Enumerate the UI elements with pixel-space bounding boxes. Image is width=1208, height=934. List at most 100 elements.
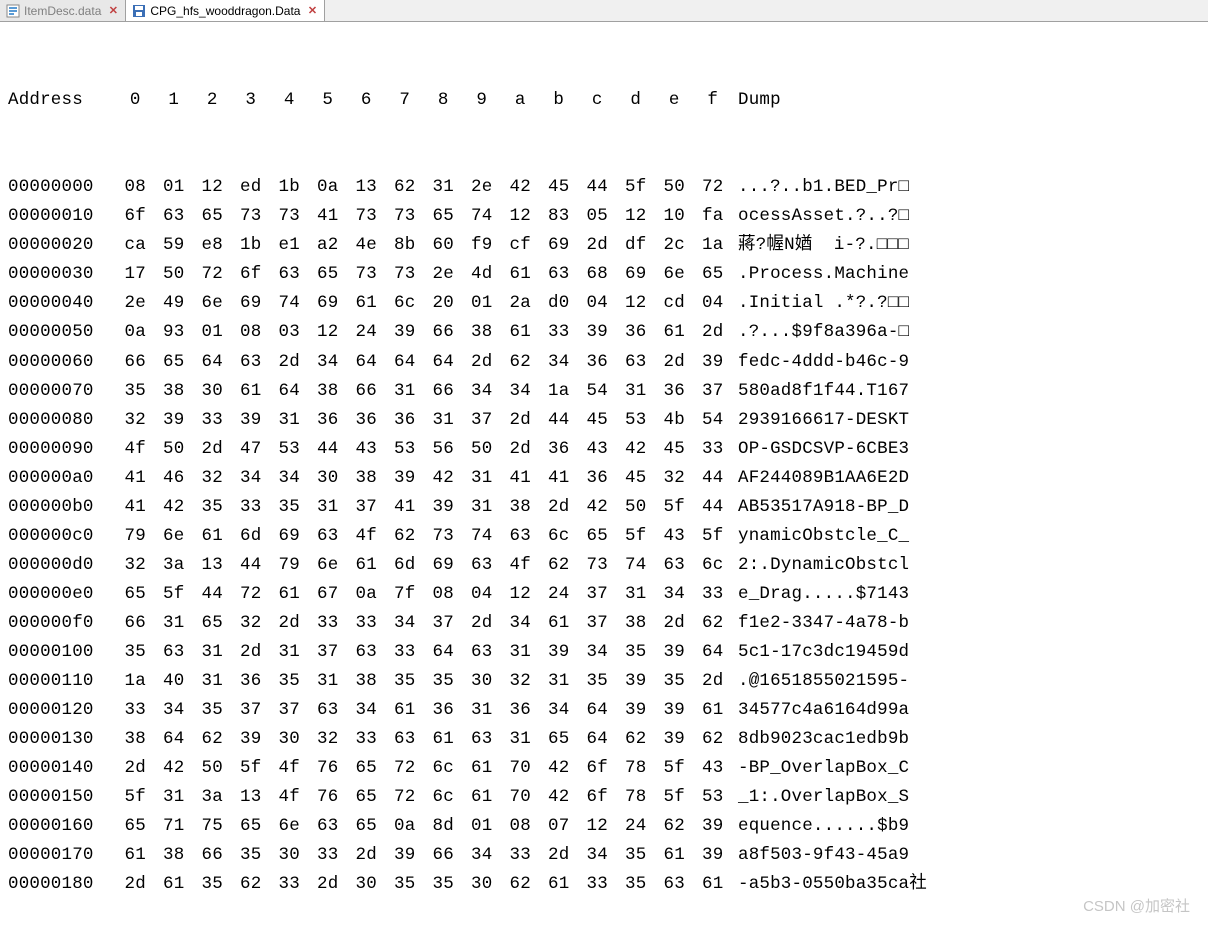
hex-byte[interactable]: 66 xyxy=(116,348,155,377)
hex-byte[interactable]: 63 xyxy=(617,348,656,377)
hex-byte[interactable]: 37 xyxy=(578,580,617,609)
hex-byte[interactable]: 31 xyxy=(386,377,425,406)
hex-byte[interactable]: 13 xyxy=(232,783,271,812)
hex-row[interactable]: 000001802d613562332d30353530626133356361… xyxy=(8,870,1200,899)
close-icon[interactable]: ✕ xyxy=(306,5,318,17)
hex-byte[interactable]: 33 xyxy=(232,493,271,522)
hex-byte[interactable]: 71 xyxy=(155,812,194,841)
hex-byte[interactable]: 35 xyxy=(386,870,425,899)
hex-byte[interactable]: 79 xyxy=(116,522,155,551)
hex-byte[interactable]: 62 xyxy=(232,870,271,899)
hex-byte[interactable]: 53 xyxy=(386,435,425,464)
hex-byte[interactable]: 64 xyxy=(347,348,386,377)
hex-byte[interactable]: 42 xyxy=(424,464,463,493)
hex-byte[interactable]: 1a xyxy=(540,377,579,406)
hex-byte[interactable]: 39 xyxy=(655,638,694,667)
hex-byte[interactable]: 39 xyxy=(386,841,425,870)
hex-byte[interactable]: 61 xyxy=(193,522,232,551)
hex-byte[interactable]: 32 xyxy=(116,551,155,580)
hex-byte[interactable]: 73 xyxy=(270,202,309,231)
hex-byte[interactable]: 4f xyxy=(270,754,309,783)
hex-byte[interactable]: 31 xyxy=(463,696,502,725)
hex-byte[interactable]: 2c xyxy=(655,231,694,260)
hex-byte[interactable]: 34 xyxy=(347,696,386,725)
hex-byte[interactable]: 30 xyxy=(270,841,309,870)
hex-byte[interactable]: 1a xyxy=(694,231,733,260)
hex-byte[interactable]: 36 xyxy=(424,696,463,725)
close-icon[interactable]: ✕ xyxy=(107,5,119,17)
hex-byte[interactable]: 93 xyxy=(155,318,194,347)
hex-byte[interactable]: 4f xyxy=(270,783,309,812)
hex-byte[interactable]: 61 xyxy=(694,870,733,899)
hex-byte[interactable]: 33 xyxy=(501,841,540,870)
hex-byte[interactable]: 61 xyxy=(540,870,579,899)
hex-byte[interactable]: 61 xyxy=(655,318,694,347)
hex-byte[interactable]: 12 xyxy=(193,173,232,202)
hex-byte[interactable]: 50 xyxy=(193,754,232,783)
hex-byte[interactable]: 69 xyxy=(232,289,271,318)
hex-byte[interactable]: 63 xyxy=(540,260,579,289)
hex-byte[interactable]: 34 xyxy=(155,696,194,725)
hex-byte[interactable]: 35 xyxy=(617,870,656,899)
hex-byte[interactable]: 35 xyxy=(270,667,309,696)
hex-row[interactable]: 0000007035383061643866316634341a54313637… xyxy=(8,377,1200,406)
hex-byte[interactable]: 35 xyxy=(270,493,309,522)
hex-byte[interactable]: 43 xyxy=(347,435,386,464)
hex-byte[interactable]: 62 xyxy=(694,725,733,754)
hex-byte[interactable]: 24 xyxy=(617,812,656,841)
hex-byte[interactable]: 65 xyxy=(155,348,194,377)
hex-byte[interactable]: 6f xyxy=(578,754,617,783)
hex-byte[interactable]: 63 xyxy=(386,725,425,754)
hex-byte[interactable]: 76 xyxy=(309,783,348,812)
hex-byte[interactable]: 35 xyxy=(655,667,694,696)
hex-byte[interactable]: 69 xyxy=(270,522,309,551)
hex-byte[interactable]: 42 xyxy=(501,173,540,202)
hex-byte[interactable]: 0a xyxy=(386,812,425,841)
hex-row[interactable]: 000000c0796e616d69634f627374636c655f435f… xyxy=(8,522,1200,551)
hex-byte[interactable]: 65 xyxy=(116,812,155,841)
hex-byte[interactable]: 12 xyxy=(309,318,348,347)
hex-byte[interactable]: 61 xyxy=(155,870,194,899)
hex-byte[interactable]: 35 xyxy=(386,667,425,696)
hex-byte[interactable]: 33 xyxy=(309,609,348,638)
hex-byte[interactable]: 62 xyxy=(501,348,540,377)
hex-byte[interactable]: 62 xyxy=(501,870,540,899)
hex-byte[interactable]: 37 xyxy=(424,609,463,638)
hex-byte[interactable]: 8b xyxy=(386,231,425,260)
hex-byte[interactable]: 75 xyxy=(193,812,232,841)
hex-byte[interactable]: 6f xyxy=(116,202,155,231)
hex-byte[interactable]: 4f xyxy=(347,522,386,551)
hex-byte[interactable]: 37 xyxy=(270,696,309,725)
hex-byte[interactable]: 66 xyxy=(116,609,155,638)
hex-byte[interactable]: 36 xyxy=(578,464,617,493)
hex-byte[interactable]: 2e xyxy=(424,260,463,289)
hex-byte[interactable]: 05 xyxy=(578,202,617,231)
hex-byte[interactable]: 54 xyxy=(694,406,733,435)
hex-byte[interactable]: 61 xyxy=(116,841,155,870)
hex-byte[interactable]: d0 xyxy=(540,289,579,318)
hex-byte[interactable]: 31 xyxy=(155,609,194,638)
hex-byte[interactable]: 39 xyxy=(540,638,579,667)
hex-byte[interactable]: 53 xyxy=(694,783,733,812)
hex-byte[interactable]: 39 xyxy=(386,318,425,347)
hex-byte[interactable]: 37 xyxy=(309,638,348,667)
hex-byte[interactable]: 50 xyxy=(463,435,502,464)
hex-byte[interactable]: 5f xyxy=(617,173,656,202)
hex-byte[interactable]: 39 xyxy=(617,667,656,696)
hex-byte[interactable]: 47 xyxy=(232,435,271,464)
hex-byte[interactable]: 74 xyxy=(463,522,502,551)
hex-byte[interactable]: 4f xyxy=(116,435,155,464)
hex-byte[interactable]: 65 xyxy=(309,260,348,289)
hex-byte[interactable]: 39 xyxy=(655,725,694,754)
hex-byte[interactable]: 33 xyxy=(193,406,232,435)
hex-byte[interactable]: 3a xyxy=(193,783,232,812)
hex-byte[interactable]: 34 xyxy=(578,638,617,667)
hex-byte[interactable]: 36 xyxy=(617,318,656,347)
hex-byte[interactable]: 44 xyxy=(540,406,579,435)
hex-byte[interactable]: 66 xyxy=(193,841,232,870)
hex-row[interactable]: 000000f0663165322d333334372d346137382d62… xyxy=(8,609,1200,638)
hex-byte[interactable]: 38 xyxy=(617,609,656,638)
hex-byte[interactable]: 36 xyxy=(386,406,425,435)
hex-byte[interactable]: 30 xyxy=(463,667,502,696)
hex-byte[interactable]: 34 xyxy=(270,464,309,493)
